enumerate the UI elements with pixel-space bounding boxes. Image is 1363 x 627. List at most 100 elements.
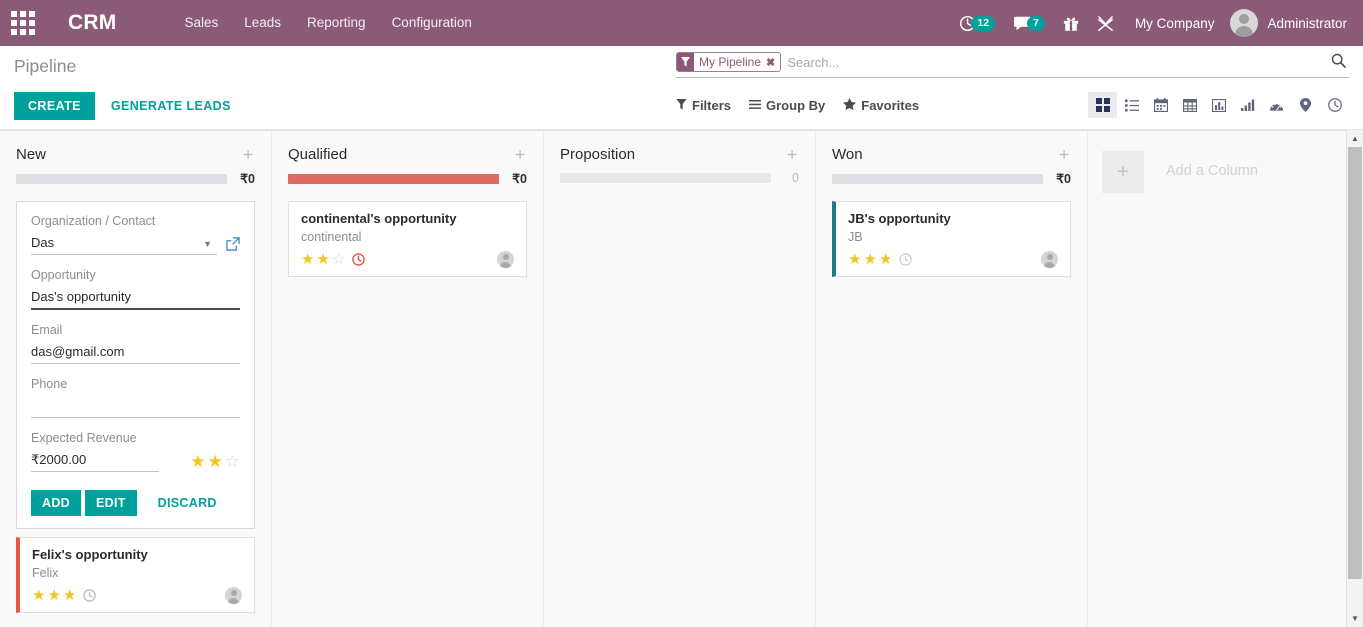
favorites-dropdown[interactable]: Favorites [843,98,919,113]
add-column-button[interactable]: + [1102,151,1144,193]
label-phone: Phone [31,377,240,391]
quick-create-form: Organization / Contact ▼ [16,201,255,529]
column-title-won[interactable]: Won [832,146,1057,163]
star-icon[interactable]: ★ [32,588,45,603]
breadcrumb[interactable]: Pipeline [14,46,76,77]
view-button-pivot[interactable] [1175,92,1204,118]
progress-bar[interactable] [288,174,499,184]
star-icon[interactable]: ★ [848,252,861,267]
column-title-qualified[interactable]: Qualified [288,146,513,163]
kanban-card-jb[interactable]: JB's opportunity JB ★ ★ ★ [832,201,1071,277]
kanban-cards-new: Organization / Contact ▼ [16,201,255,613]
menu-item-reporting[interactable]: Reporting [294,0,379,46]
filters-dropdown[interactable]: Filters [676,98,731,113]
field-expected-revenue: Expected Revenue ★ ★ ☆ [31,431,240,472]
generate-leads-button[interactable]: GENERATE LEADS [111,99,231,113]
star-icon[interactable]: ☆ [225,453,240,470]
view-button-kanban[interactable] [1088,92,1117,118]
scroll-up-arrow-icon[interactable]: ▲ [1347,130,1363,147]
priority-stars[interactable]: ★ ★ ★ [32,588,76,603]
priority-stars[interactable]: ★ ★ ☆ [301,252,345,267]
group-by-dropdown[interactable]: Group By [749,98,825,113]
label-email: Email [31,323,240,337]
external-link-icon[interactable] [226,237,240,251]
kanban-column-qualified: Qualified + ₹0 continental's opportunity… [272,131,544,627]
user-menu[interactable]: Administrator [1226,9,1355,37]
opportunity-input[interactable] [31,287,240,310]
star-icon[interactable]: ★ [63,588,76,603]
progress-bar[interactable] [560,173,771,183]
gift-icon [1063,15,1079,32]
edit-button[interactable]: EDIT [85,490,137,516]
column-amount-new: ₹0 [237,171,255,186]
column-title-proposition[interactable]: Proposition [560,146,785,163]
view-button-graph[interactable] [1204,92,1233,118]
star-icon[interactable]: ★ [879,252,892,267]
priority-stars[interactable]: ★ ★ ★ [848,252,892,267]
search-icon[interactable] [1328,53,1349,71]
scrollbar-thumb[interactable] [1348,147,1362,579]
messages-menu[interactable]: 7 [1004,0,1054,46]
column-add-record-qualified[interactable]: + [513,146,527,163]
star-icon[interactable]: ★ [208,453,223,470]
activities-menu[interactable]: 12 [950,0,1004,46]
star-icon[interactable]: ★ [863,252,876,267]
create-button[interactable]: CREATE [14,92,95,120]
star-icon[interactable]: ★ [47,588,60,603]
progress-bar[interactable] [832,174,1043,184]
column-amount-proposition: 0 [781,171,799,185]
apps-menu-toggle[interactable] [0,0,46,46]
menu-item-leads[interactable]: Leads [231,0,294,46]
column-add-record-won[interactable]: + [1057,146,1071,163]
label-opportunity: Opportunity [31,268,240,282]
view-button-calendar[interactable] [1146,92,1175,118]
column-add-record-proposition[interactable]: + [785,146,799,163]
activity-clock-icon[interactable] [352,253,365,266]
view-button-cohort[interactable] [1233,92,1262,118]
search-input[interactable] [785,55,1328,70]
menu-item-configuration[interactable]: Configuration [379,0,485,46]
kanban-card-continental[interactable]: continental's opportunity continental ★ … [288,201,527,277]
kanban-cards-qualified: continental's opportunity continental ★ … [288,201,527,277]
avatar [497,251,514,268]
column-add-record-new[interactable]: + [241,146,255,163]
expected-revenue-input[interactable] [31,450,159,472]
star-icon[interactable]: ★ [190,453,205,470]
priority-stars-quick-create[interactable]: ★ ★ ☆ [190,453,240,472]
star-icon[interactable]: ☆ [332,252,345,267]
activity-clock-icon[interactable] [83,589,96,602]
add-column-area: + Add a Column [1088,131,1258,627]
menu-item-sales[interactable]: Sales [171,0,231,46]
vertical-scrollbar[interactable]: ▲ ▼ [1346,130,1363,627]
app-brand-crm[interactable]: CRM [68,11,116,35]
email-input[interactable] [31,342,240,364]
top-navbar: CRM Sales Leads Reporting Configuration … [0,0,1363,46]
progress-bar[interactable] [16,174,227,184]
kanban-column-new: New + ₹0 Organization / Contact ▼ [0,131,272,627]
star-icon[interactable]: ★ [316,252,329,267]
discard-button[interactable]: DISCARD [149,490,226,516]
scroll-down-arrow-icon[interactable]: ▼ [1347,610,1363,627]
card-title: continental's opportunity [301,211,514,226]
card-subtitle: Felix [32,566,242,580]
column-title-new[interactable]: New [16,146,241,163]
organization-contact-input[interactable] [31,233,217,255]
developer-tools-menu[interactable] [1088,0,1123,46]
avatar [225,587,242,604]
phone-input[interactable] [31,396,240,418]
close-icon[interactable]: ✖ [766,56,775,69]
star-icon[interactable]: ★ [301,252,314,267]
gift-menu[interactable] [1054,0,1088,46]
kanban-card-felix[interactable]: Felix's opportunity Felix ★ ★ ★ [16,537,255,613]
view-button-dashboard[interactable] [1262,92,1291,118]
view-button-map[interactable] [1291,92,1320,118]
search-facet-label: My Pipeline ✖ [694,53,780,71]
search-facet-my-pipeline[interactable]: My Pipeline ✖ [676,52,781,72]
add-button[interactable]: ADD [31,490,81,516]
view-button-list[interactable] [1117,92,1146,118]
view-button-activity[interactable] [1320,92,1349,118]
activity-clock-icon[interactable] [899,253,912,266]
main-menu: Sales Leads Reporting Configuration [171,0,484,46]
add-column-label[interactable]: Add a Column [1166,151,1258,179]
company-switcher[interactable]: My Company [1123,16,1227,31]
